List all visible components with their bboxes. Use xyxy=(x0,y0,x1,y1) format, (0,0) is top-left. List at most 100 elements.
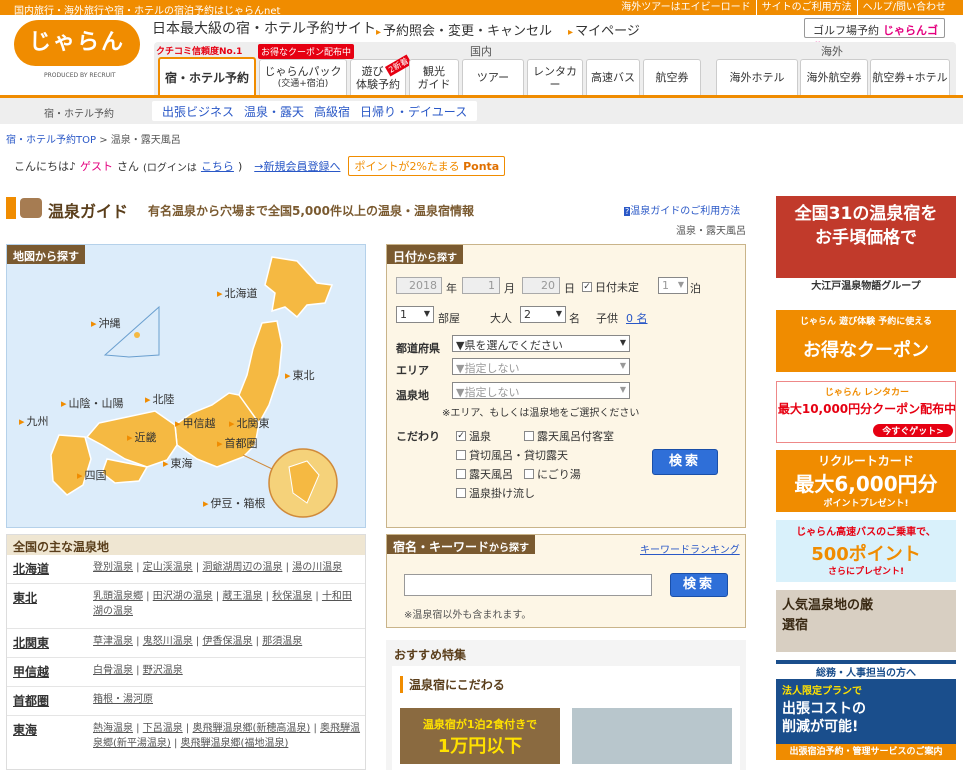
map-label-kitakanto[interactable]: 北関東 xyxy=(229,415,270,431)
region-name[interactable]: 東北 xyxy=(13,589,37,606)
spot-link[interactable]: 伊香保温泉 xyxy=(202,636,252,647)
spot-link[interactable]: 草津温泉 xyxy=(93,636,133,647)
rooms-select[interactable]: 1 xyxy=(396,306,434,323)
breadcrumb-home[interactable]: 宿・ホテル予約TOP xyxy=(6,135,96,146)
year-input[interactable]: 2018 xyxy=(396,277,442,294)
map-label-kyushu[interactable]: 九州 xyxy=(19,413,49,429)
golf-button[interactable]: ゴルフ場予約じゃらんゴルフ xyxy=(804,18,945,53)
map-label-koshinetsu[interactable]: 甲信越 xyxy=(175,415,216,431)
spot-link[interactable]: 蔵王温泉 xyxy=(222,591,262,602)
region-name[interactable]: 首都圏 xyxy=(13,692,49,709)
map-label-hokkaido[interactable]: 北海道 xyxy=(217,285,258,301)
undecided-checkbox[interactable]: ✓ 日付未定 xyxy=(582,279,639,295)
pref-room-bath-checkbox[interactable]: 露天風呂付客室 xyxy=(524,428,614,444)
reservation-link[interactable]: 予約照会・変更・キャンセル xyxy=(376,20,552,39)
register-link[interactable]: →新規会員登録へ xyxy=(254,158,340,174)
tab-bus[interactable]: 高速バス xyxy=(586,59,640,95)
spot-link[interactable]: 那須温泉 xyxy=(262,636,302,647)
spot-link[interactable]: 白骨温泉 xyxy=(93,665,133,676)
region-name[interactable]: 北関東 xyxy=(13,634,49,651)
ponta-badge[interactable]: ポイントが2%たまる Ponta xyxy=(348,156,506,176)
tab-air[interactable]: 航空券 xyxy=(643,59,701,95)
nights-select[interactable]: 1 xyxy=(658,277,688,294)
region-name[interactable]: 甲信越 xyxy=(13,663,49,680)
spot-link[interactable]: 田沢湖の温泉 xyxy=(153,591,213,602)
spot-link[interactable]: 野沢温泉 xyxy=(143,665,183,676)
tab-rentacar[interactable]: レンタカー xyxy=(527,59,583,95)
tab-tour[interactable]: ツアー xyxy=(462,59,524,95)
map-label-hokuriku[interactable]: 北陸 xyxy=(145,391,175,407)
subnav-luxury[interactable]: 高級宿 xyxy=(314,103,350,119)
map-label-shutoken[interactable]: 首都圏 xyxy=(217,435,258,451)
spot-link[interactable]: 下呂温泉 xyxy=(143,723,183,734)
map-hokkaido[interactable] xyxy=(264,256,334,319)
pref-onsen-checkbox[interactable]: ✓ 温泉 xyxy=(456,428,491,444)
banner-oedo[interactable]: 全国31の温泉宿を お手頃価格で 大江戸温泉物語グループ xyxy=(776,196,956,296)
keyword-input[interactable] xyxy=(404,574,652,596)
spot-link[interactable]: 登別温泉 xyxy=(93,562,133,573)
banner-selected-inns[interactable]: 人気温泉地の厳選宿 xyxy=(776,590,956,652)
featured-banner-10000[interactable]: 温泉宿が1泊2食付きで 1万円以下 xyxy=(400,708,560,764)
map-label-shikoku[interactable]: 四国 xyxy=(77,467,107,483)
onsen-select[interactable]: ▼指定しない xyxy=(452,382,630,399)
pref-rotenburo-checkbox[interactable]: 露天風呂 xyxy=(456,466,513,482)
keyword-search-button[interactable]: 検索 xyxy=(670,573,728,597)
map-label-sanin-sanyo[interactable]: 山陰・山陽 xyxy=(61,395,124,411)
banner-recruit-card[interactable]: リクルートカード 最大6,000円分 ポイントプレゼント! xyxy=(776,450,956,512)
region-name[interactable]: 北海道 xyxy=(13,560,49,577)
adults-select[interactable]: 2 xyxy=(520,306,566,323)
spot-link[interactable]: 乳頭温泉郷 xyxy=(93,591,143,602)
map-kyushu[interactable] xyxy=(50,434,92,496)
subnav-onsen[interactable]: 温泉・露天 xyxy=(244,103,304,119)
tab-overseas-air[interactable]: 海外航空券 xyxy=(800,59,868,95)
spot-link[interactable]: 箱根・湯河原 xyxy=(93,694,153,705)
tab-air-hotel[interactable]: 航空券+ホテル xyxy=(870,59,950,95)
tab-hotel[interactable]: 宿・ホテル予約 xyxy=(158,57,256,97)
pref-kakenagashi-checkbox[interactable]: 温泉掛け流し xyxy=(456,485,535,501)
spot-link[interactable]: 湯の川温泉 xyxy=(292,562,342,573)
featured-photo-bath[interactable] xyxy=(572,708,732,764)
map-label-okinawa[interactable]: 沖縄 xyxy=(91,315,121,331)
spot-link[interactable]: 秋保温泉 xyxy=(272,591,312,602)
jalan-logo[interactable]: じゃらん PRODUCED BY RECRUIT xyxy=(14,20,140,84)
map-label-izu-hakone[interactable]: 伊豆・箱根 xyxy=(203,495,266,511)
spot-link[interactable]: 洞爺湖周辺の温泉 xyxy=(202,562,282,573)
spot-link[interactable]: 奥飛騨温泉郷(新穂高温泉) xyxy=(192,723,310,734)
top-link-help[interactable]: ヘルプ/問い合わせ xyxy=(856,0,951,15)
map-label-tokai[interactable]: 東海 xyxy=(163,455,193,471)
spot-link[interactable]: 鬼怒川温泉 xyxy=(143,636,193,647)
region-name[interactable]: 東海 xyxy=(13,721,37,738)
map-label-kinki[interactable]: 近畿 xyxy=(127,429,157,445)
keyword-ranking-link[interactable]: キーワードランキング xyxy=(640,541,740,556)
banner-rentacar[interactable]: じゃらん レンタカー 最大10,000円分クーポン配布中 今すぐゲット> xyxy=(776,381,956,443)
date-search-button[interactable]: 検索 xyxy=(652,449,718,475)
pref-private-checkbox[interactable]: 貸切風呂・貸切露天 xyxy=(456,447,568,463)
tab-guide[interactable]: 観光 ガイド xyxy=(409,59,459,95)
subnav-dayuse[interactable]: 日帰り・デイユース xyxy=(360,103,467,119)
login-link[interactable]: こちら xyxy=(201,158,234,174)
featured-banner-line1: 温泉宿が1泊2食付きで xyxy=(422,718,538,731)
banner-business[interactable]: 総務・人事担当の方へ 法人限定プランで 出張コストの 削減が可能! 出張宿泊予約… xyxy=(776,660,956,760)
child-link[interactable]: 0 名 xyxy=(626,310,648,326)
map-okinawa[interactable] xyxy=(134,332,140,338)
subnav-business[interactable]: 出張ビジネス xyxy=(162,103,234,119)
banner-activity-coupon[interactable]: じゃらん 遊び体験 予約に使える お得なクーポン xyxy=(776,310,956,372)
top-link-abroad[interactable]: 海外ツアーはエイビーロード xyxy=(616,0,755,15)
area-select[interactable]: ▼指定しない xyxy=(452,358,630,375)
tab-overseas-hotel[interactable]: 海外ホテル xyxy=(716,59,798,95)
guide-howto-link[interactable]: ?温泉ガイドのご利用方法 xyxy=(624,202,740,217)
pref-nigori-checkbox[interactable]: にごり湯 xyxy=(524,466,581,482)
map-label-tohoku[interactable]: 東北 xyxy=(285,367,315,383)
mypage-link[interactable]: マイページ xyxy=(568,20,640,39)
banner-bus[interactable]: じゃらん高速バスのご乗車で、 500ポイント さらにプレゼント! xyxy=(776,520,956,582)
month-input[interactable]: 1 xyxy=(462,277,500,294)
banner-biz-main2: 削減が可能! xyxy=(782,719,859,735)
top-link-howto[interactable]: サイトのご利用方法 xyxy=(755,0,857,15)
day-input[interactable]: 20 xyxy=(522,277,560,294)
pref-select[interactable]: ▼県を選んでください xyxy=(452,335,630,352)
spot-link[interactable]: 熱海温泉 xyxy=(93,723,133,734)
guide-label: 温泉・露天風呂 xyxy=(676,226,746,237)
tab-pack[interactable]: じゃらんパック (交通+宿泊) xyxy=(259,59,347,95)
spot-link[interactable]: 奥飛騨温泉郷(福地温泉) xyxy=(181,738,289,749)
spot-link[interactable]: 定山渓温泉 xyxy=(143,562,193,573)
